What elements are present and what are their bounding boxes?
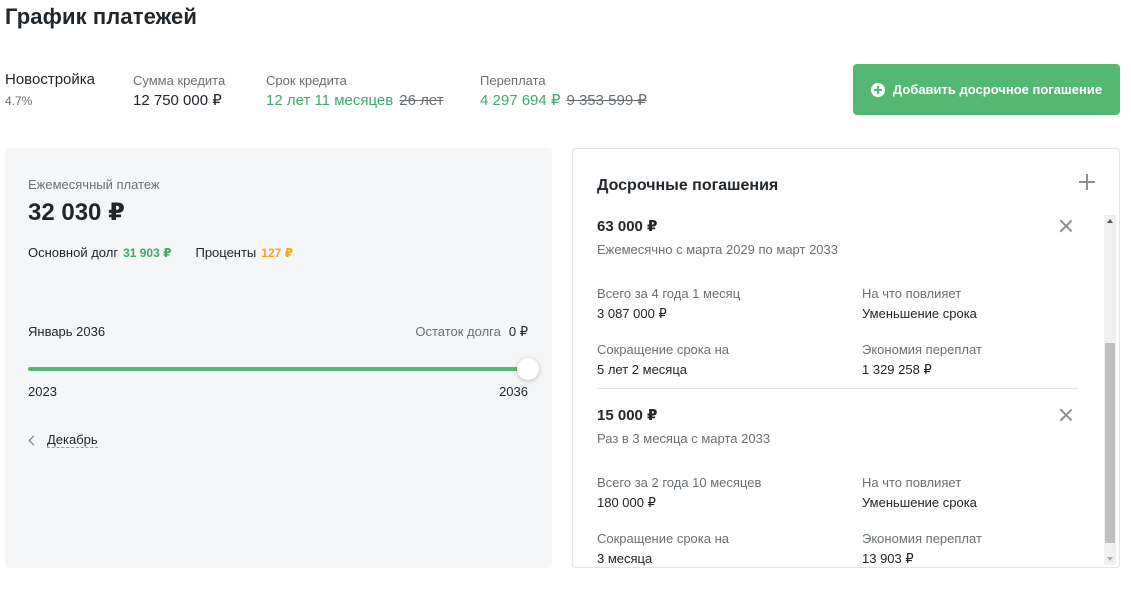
- close-icon[interactable]: [1059, 408, 1073, 422]
- scrollbar[interactable]: [1104, 215, 1116, 565]
- total-info: Всего за 4 года 1 месяц 3 087 000 ₽: [597, 285, 740, 322]
- early-payment-schedule: Раз в 3 месяца с марта 2033: [597, 431, 771, 446]
- monthly-payment-amount: 32 030 ₽: [28, 199, 125, 226]
- loan-amount-value: 12 750 000 ₽: [133, 92, 222, 109]
- loan-amount-info: Сумма кредита 12 750 000 ₽: [133, 72, 225, 111]
- plus-icon[interactable]: [1079, 174, 1095, 190]
- page-title: График платежей: [5, 4, 197, 29]
- overpayment-old: 9 353 599 ₽: [566, 92, 647, 109]
- selected-month: Январь 2036: [28, 324, 106, 339]
- loan-term-old: 26 лет: [399, 92, 444, 109]
- chevron-left-icon: [28, 435, 39, 445]
- effect-info: На что повлияет Уменьшение срока: [862, 474, 977, 511]
- early-payment-schedule: Ежемесячно с марта 2029 по март 2033: [597, 242, 838, 257]
- plus-circle-icon: [870, 82, 885, 97]
- month-slider-track[interactable]: [28, 367, 528, 371]
- previous-month-link[interactable]: Декабрь: [28, 432, 98, 448]
- early-payments-panel: Досрочные погашения 63 000 ₽ Ежемесячно …: [572, 148, 1120, 568]
- slider-start-year: 2023: [28, 384, 57, 399]
- overpayment-label: Переплата: [480, 73, 546, 88]
- total-value: 180 000 ₽: [597, 495, 656, 510]
- savings-value: 1 329 258 ₽: [862, 362, 932, 377]
- early-payments-title: Досрочные погашения: [597, 177, 779, 194]
- interest-rate: 4.7%: [5, 94, 33, 108]
- effect-value: Уменьшение срока: [862, 306, 977, 321]
- savings-info: Экономия переплат 1 329 258 ₽: [862, 341, 982, 378]
- total-label: Всего за 2 года 10 месяцев: [597, 475, 762, 490]
- savings-info: Экономия переплат 13 903 ₽: [862, 530, 982, 567]
- reduction-label: Сокращение срока на: [597, 342, 730, 357]
- balance-value: 0 ₽: [508, 324, 528, 339]
- principal-label: Основной долг: [28, 245, 119, 260]
- savings-label: Экономия переплат: [862, 531, 982, 546]
- add-early-payment-label: Добавить досрочное погашение: [892, 82, 1103, 97]
- slider-end-year: 2036: [499, 384, 528, 399]
- program-info: Новостройка 4.7%: [5, 70, 95, 109]
- loan-term-label: Срок кредита: [266, 73, 347, 88]
- program-name: Новостройка: [5, 71, 95, 88]
- scroll-up-arrow-icon[interactable]: [1107, 219, 1113, 223]
- monthly-payment-label: Ежемесячный платеж: [28, 177, 160, 192]
- payment-breakdown: Основной долг 31 903 ₽ Проценты 127 ₽: [28, 245, 293, 260]
- savings-label: Экономия переплат: [862, 342, 982, 357]
- early-payment-amount: 15 000 ₽: [597, 407, 658, 424]
- loan-term-new: 12 лет 11 месяцев: [266, 92, 394, 109]
- total-value: 3 087 000 ₽: [597, 306, 667, 321]
- add-early-payment-button[interactable]: Добавить досрочное погашение: [853, 64, 1120, 115]
- loan-term-info: Срок кредита 12 лет 11 месяцев 26 лет: [266, 72, 444, 111]
- loan-amount-label: Сумма кредита: [133, 73, 226, 88]
- interest-value: 127 ₽: [261, 246, 293, 260]
- overpayment-new: 4 297 694 ₽: [480, 92, 561, 109]
- early-payments-list[interactable]: 63 000 ₽ Ежемесячно с марта 2029 по март…: [573, 211, 1119, 567]
- previous-month-label: Декабрь: [47, 432, 98, 448]
- reduction-info: Сокращение срока на 5 лет 2 месяца: [597, 341, 729, 378]
- reduction-label: Сокращение срока на: [597, 531, 730, 546]
- monthly-payment-panel: Ежемесячный платеж 32 030 ₽ Основной дол…: [5, 148, 552, 568]
- close-icon[interactable]: [1059, 219, 1073, 233]
- interest-label: Проценты: [195, 245, 257, 260]
- month-slider-handle[interactable]: [517, 358, 539, 380]
- scrollbar-thumb[interactable]: [1105, 343, 1115, 543]
- early-payment-amount: 63 000 ₽: [597, 218, 658, 235]
- total-label: Всего за 4 года 1 месяц: [597, 286, 741, 301]
- reduction-value: 3 месяца: [597, 551, 653, 566]
- remaining-balance: Остаток долга 0 ₽: [415, 324, 528, 340]
- balance-label: Остаток долга: [415, 324, 501, 339]
- total-info: Всего за 2 года 10 месяцев 180 000 ₽: [597, 474, 761, 511]
- effect-label: На что повлияет: [862, 475, 962, 490]
- effect-info: На что повлияет Уменьшение срока: [862, 285, 977, 322]
- effect-label: На что повлияет: [862, 286, 962, 301]
- principal-value: 31 903 ₽: [123, 246, 172, 260]
- savings-value: 13 903 ₽: [862, 551, 914, 566]
- reduction-info: Сокращение срока на 3 месяца: [597, 530, 729, 567]
- overpayment-info: Переплата 4 297 694 ₽ 9 353 599 ₽: [480, 72, 647, 111]
- scroll-down-arrow-icon[interactable]: [1107, 557, 1113, 561]
- reduction-value: 5 лет 2 месяца: [597, 362, 688, 377]
- effect-value: Уменьшение срока: [862, 495, 977, 510]
- divider: [597, 388, 1078, 389]
